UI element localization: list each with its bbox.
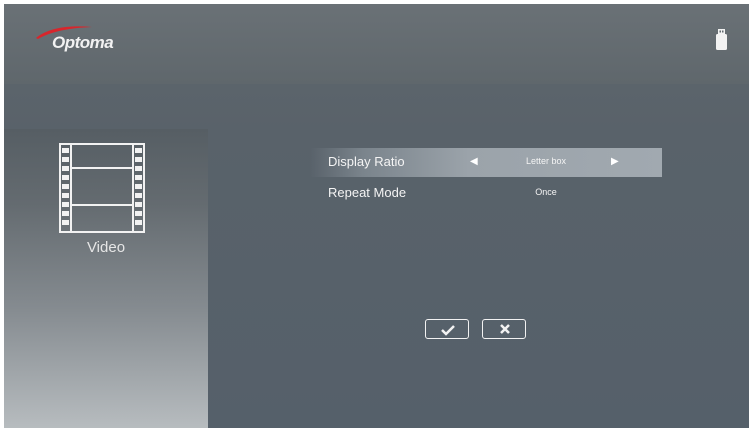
arrow-left-icon[interactable]: ◀: [470, 156, 478, 167]
usb-drive-icon: [716, 29, 727, 50]
repeat-mode-label: Repeat Mode: [328, 185, 407, 200]
confirm-button[interactable]: [425, 319, 469, 339]
projector-screen: Optoma Video Display Ratio ◀ Letter box …: [4, 4, 749, 428]
logo-text: Optoma: [52, 33, 114, 52]
checkmark-icon: [441, 325, 455, 336]
close-icon: [500, 324, 510, 334]
repeat-mode-value: Once: [535, 187, 557, 197]
cancel-button[interactable]: [482, 319, 526, 339]
display-ratio-value: Letter box: [525, 156, 567, 166]
display-ratio-row[interactable]: Display Ratio ◀ Letter box ▶: [310, 148, 662, 177]
display-ratio-label: Display Ratio: [328, 154, 405, 169]
film-strip-icon: [59, 143, 145, 233]
repeat-mode-row[interactable]: Repeat Mode Once: [310, 179, 662, 208]
arrow-right-icon[interactable]: ▶: [611, 156, 619, 167]
optoma-logo: Optoma: [34, 22, 134, 56]
media-type-panel: Video: [4, 129, 208, 428]
media-type-label: Video: [86, 239, 126, 256]
